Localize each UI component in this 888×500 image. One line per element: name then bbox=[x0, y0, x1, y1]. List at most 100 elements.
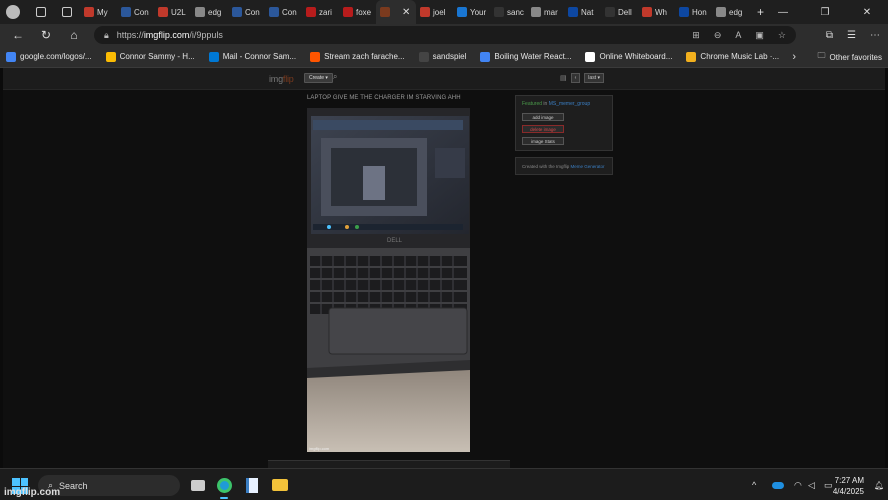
favorite-star-icon[interactable]: ☆ bbox=[778, 30, 786, 41]
file-explorer-icon[interactable] bbox=[270, 475, 290, 495]
minimize-button[interactable]: — bbox=[762, 0, 804, 24]
wifi-icon[interactable]: ◠ bbox=[794, 469, 802, 500]
favorites-overflow-icon[interactable]: › bbox=[792, 46, 796, 68]
delete-image-button[interactable]: delete image bbox=[522, 125, 564, 133]
tab-actions-icon[interactable] bbox=[62, 7, 72, 17]
profile-avatar[interactable] bbox=[6, 5, 20, 19]
taskbar-clock[interactable]: 7:27 AM 4/4/2025 bbox=[833, 475, 864, 497]
notepad-taskbar-icon[interactable] bbox=[242, 475, 262, 495]
address-bar[interactable]: 🔒︎ https://imgflip.com/i/9ppuls ⊞ ⊖ A ▣ … bbox=[94, 26, 796, 44]
browser-tab[interactable]: foxe bbox=[339, 0, 376, 24]
more-menu-icon[interactable]: ⋯ bbox=[870, 30, 880, 41]
imgflip-logo[interactable]: imgflip bbox=[269, 74, 294, 84]
menu-icon[interactable]: ▤ bbox=[560, 74, 567, 82]
tab-label: Con bbox=[245, 7, 260, 17]
tab-favicon-icon bbox=[195, 7, 205, 17]
browser-tab[interactable]: Dell bbox=[601, 0, 638, 24]
read-aloud-icon[interactable]: A bbox=[735, 30, 741, 40]
tab-label: edg bbox=[208, 7, 222, 17]
browser-tab[interactable]: sanc bbox=[490, 0, 527, 24]
browser-tab[interactable]: Con bbox=[265, 0, 302, 24]
tab-favicon-icon bbox=[306, 7, 316, 17]
volume-icon[interactable]: ◁ bbox=[808, 469, 815, 500]
favorite-label: Connor Sammy - H... bbox=[119, 52, 195, 61]
browser-tab[interactable]: mar bbox=[527, 0, 564, 24]
app-available-icon[interactable]: ⊞ bbox=[692, 30, 700, 41]
restore-button[interactable]: ❐ bbox=[804, 0, 846, 24]
notification-bell-icon[interactable]: 🔔︎ bbox=[874, 469, 884, 500]
battery-icon[interactable]: ▭ bbox=[824, 469, 833, 500]
create-button[interactable]: Create ▾ bbox=[304, 73, 333, 83]
workspaces-icon[interactable] bbox=[36, 7, 46, 17]
meme-image[interactable]: DELL imgflip.com bbox=[307, 108, 470, 452]
meme-generator-link[interactable]: Meme Generator bbox=[571, 164, 605, 169]
favorite-label: Mail - Connor Sam... bbox=[222, 52, 297, 61]
browser-tab[interactable]: Hon bbox=[675, 0, 712, 24]
browser-tab[interactable]: Your bbox=[453, 0, 490, 24]
favorite-item[interactable]: Stream zach farache... bbox=[310, 51, 405, 62]
browser-tab[interactable]: ✕ bbox=[376, 0, 416, 24]
tab-favicon-icon bbox=[642, 7, 652, 17]
browser-tab[interactable]: My bbox=[80, 0, 117, 24]
browser-tab[interactable]: zari bbox=[302, 0, 339, 24]
extensions-icon[interactable]: ⧉ bbox=[826, 30, 833, 41]
browser-tab[interactable]: Con bbox=[228, 0, 265, 24]
tab-favicon-icon bbox=[531, 7, 541, 17]
tab-label: My bbox=[97, 7, 108, 17]
featured-label: Featured in MS_memer_group bbox=[522, 101, 590, 107]
search-icon[interactable]: ⌕ bbox=[333, 72, 337, 82]
browser-tab[interactable]: Nat bbox=[564, 0, 601, 24]
favorite-favicon-icon bbox=[310, 51, 321, 62]
favorite-item[interactable]: Mail - Connor Sam... bbox=[208, 51, 297, 62]
tab-label: Con bbox=[282, 7, 297, 17]
featured-prefix: Featured bbox=[522, 101, 543, 107]
favorite-favicon-icon bbox=[208, 51, 219, 62]
favorite-favicon-icon bbox=[6, 51, 16, 62]
tab-strip: My Con U2L edg Con Con zari foxe ✕ joel Your sanc ma… bbox=[0, 0, 888, 24]
favorite-favicon-icon bbox=[418, 51, 429, 62]
browser-tab[interactable]: edg bbox=[191, 0, 228, 24]
favorite-item[interactable]: Connor Sammy - H... bbox=[105, 51, 195, 62]
tab-favicon-icon bbox=[494, 7, 504, 17]
tab-close-icon[interactable]: ✕ bbox=[402, 7, 410, 18]
favorites-list: google.com/logos/... Connor Sammy - H... M… bbox=[6, 51, 793, 62]
browser-tab[interactable]: Wh bbox=[638, 0, 675, 24]
zoom-icon[interactable]: ⊖ bbox=[714, 30, 722, 41]
browser-tab[interactable]: edg bbox=[712, 0, 749, 24]
laptop-photo: DELL bbox=[307, 108, 470, 452]
favorite-item[interactable]: google.com/logos/... bbox=[6, 51, 92, 62]
tab-label: Wh bbox=[655, 7, 667, 17]
browser-tab[interactable]: U2L bbox=[154, 0, 191, 24]
onedrive-icon[interactable] bbox=[772, 469, 784, 500]
favorite-item[interactable]: Online Whiteboard... bbox=[585, 51, 672, 62]
add-image-button[interactable]: add image bbox=[522, 113, 564, 121]
task-view-icon[interactable] bbox=[188, 475, 208, 495]
image-stats-button[interactable]: image Stats bbox=[522, 137, 564, 145]
close-window-button[interactable]: ✕ bbox=[846, 0, 888, 24]
screen-share-icon[interactable]: ▣ bbox=[755, 30, 764, 41]
tab-favicon-icon bbox=[679, 7, 689, 17]
favorite-item[interactable]: Boiling Water React... bbox=[480, 51, 571, 62]
home-button[interactable]: ⌂ bbox=[60, 24, 88, 46]
other-favorites[interactable]: 🗀 Other favorites bbox=[818, 46, 882, 68]
featured-stream-link[interactable]: MS_memer_group bbox=[549, 101, 590, 107]
show-hidden-icons[interactable]: ^ bbox=[752, 469, 756, 500]
edge-taskbar-icon[interactable] bbox=[214, 475, 234, 499]
favorite-item[interactable]: Chrome Music Lab ·... bbox=[686, 51, 779, 62]
back-button[interactable]: ← bbox=[4, 24, 32, 46]
other-favorites-label: Other favorites bbox=[829, 52, 882, 62]
tab-label: edg bbox=[729, 7, 743, 17]
browser-tab[interactable]: Con bbox=[117, 0, 154, 24]
refresh-button[interactable]: ↻ bbox=[32, 24, 60, 46]
created-with-text: Created with the Imgflip Meme Generator bbox=[522, 164, 605, 169]
browser-tab[interactable]: joel bbox=[416, 0, 453, 24]
favorite-item[interactable]: sandspiel bbox=[418, 51, 466, 62]
folder-icon: 🗀 bbox=[817, 51, 826, 60]
tab-favicon-icon bbox=[568, 7, 578, 17]
tab-favicon-icon bbox=[158, 7, 168, 17]
favorites-icon[interactable]: ☰ bbox=[847, 30, 856, 41]
prev-button[interactable]: ‹ bbox=[570, 73, 581, 83]
tab-label: sanc bbox=[507, 7, 524, 17]
last-dropdown[interactable]: last ▾ bbox=[584, 73, 604, 83]
favorite-favicon-icon bbox=[686, 51, 697, 62]
